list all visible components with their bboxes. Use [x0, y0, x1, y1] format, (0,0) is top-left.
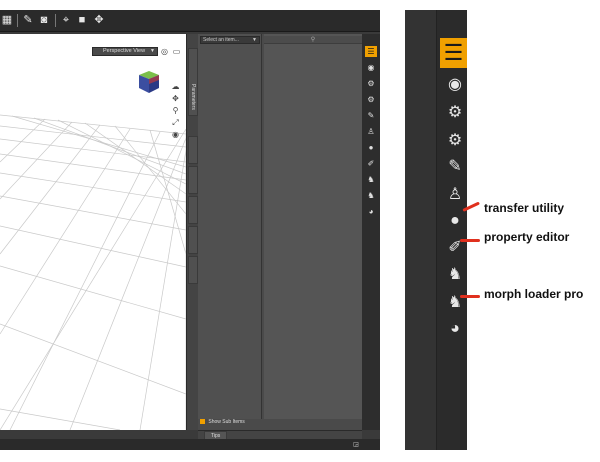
viewport-options-icon[interactable]: ◎ [160, 47, 169, 56]
search-icon[interactable]: ⚲ [264, 36, 362, 44]
property-editor-icon[interactable]: ✐ [365, 158, 377, 169]
show-sub-items-label: Show Sub Items [208, 419, 245, 425]
render-settings-icon[interactable]: ▦ [0, 13, 14, 27]
scene-settings-icon[interactable]: ⚙ [443, 102, 467, 124]
main-toolbar: ▦ ✎ ◙ ⌖ ■ ✥ [0, 10, 380, 32]
property-group-list[interactable]: Select an item... ▼ [198, 34, 262, 419]
parameters-pane: Select an item... ▼ ⚲ Show Sub Items [198, 34, 362, 430]
figure-edit-icon[interactable]: ♙ [365, 126, 377, 137]
resize-icon[interactable]: ◲ [352, 441, 360, 449]
pane-tab[interactable] [188, 166, 198, 194]
transform-icon[interactable]: ✥ [92, 13, 106, 27]
frame-icon[interactable]: ⤢ [171, 118, 180, 127]
viewport-camera-icon[interactable]: ■ [75, 13, 89, 27]
item-select-dropdown[interactable]: Select an item... ▼ [200, 36, 260, 44]
render-icon[interactable]: ✎ [21, 13, 35, 27]
viewport-menu-icon[interactable]: ▭ [172, 47, 181, 56]
scene-settings-icon[interactable]: ⚙ [365, 78, 377, 89]
view-cube[interactable] [138, 70, 160, 94]
3d-viewport[interactable]: Perspective View ▼ ◎ ▭ ☁ ✥ ⚲ ⤢ ◉ [0, 34, 186, 430]
gear-settings-icon[interactable]: ⚙ [365, 94, 377, 105]
callout-property-editor: property editor [484, 230, 570, 244]
status-bar: ◲ [0, 439, 380, 450]
target-icon[interactable]: ◉ [365, 62, 377, 73]
callout-transfer-utility: transfer utility [484, 201, 565, 215]
pane-tab[interactable] [188, 196, 198, 224]
toolbar-divider [55, 14, 56, 27]
main-window: ▦ ✎ ◙ ⌖ ■ ✥ Perspective View ▼ ◎ ▭ ☁ ✥ ⚲… [0, 10, 380, 450]
edit-icon[interactable]: ✎ [365, 110, 377, 121]
view-select-dropdown[interactable]: Perspective View ▼ [92, 47, 158, 56]
tips-panel-tab[interactable]: Tips [198, 430, 362, 441]
callout-morph-loader-pro: morph loader pro [484, 287, 584, 301]
reset-view-icon[interactable]: ◉ [171, 130, 180, 139]
gear-settings-icon[interactable]: ⚙ [443, 130, 467, 152]
callout-arrow [460, 295, 480, 298]
property-list[interactable]: ⚲ [264, 34, 362, 419]
globe-icon[interactable]: ◕ [443, 318, 467, 340]
zoomed-sidebar: ☰ ◉ ⚙ ⚙ ✎ ♙ ● ✐ ♞ ♞ ◕ [405, 10, 467, 450]
transfer-utility-icon[interactable]: ● [443, 210, 467, 232]
morph-loader-pro-icon[interactable]: ♞ [365, 190, 377, 201]
globe-icon[interactable]: ◕ [365, 206, 377, 217]
pane-tab[interactable] [188, 256, 198, 284]
parameters-icon[interactable]: ☰ [440, 38, 467, 68]
pane-tab[interactable] [188, 136, 198, 164]
chevron-down-icon: ▼ [252, 37, 257, 43]
figure-edit-icon[interactable]: ♙ [443, 184, 467, 206]
chevron-down-icon: ▼ [150, 48, 155, 54]
parameters-icon[interactable]: ☰ [365, 46, 377, 57]
orbit-icon[interactable]: ☁ [171, 82, 180, 91]
pan-icon[interactable]: ✥ [171, 94, 180, 103]
checkbox-checked-icon [200, 419, 205, 425]
pane-tab[interactable] [188, 226, 198, 254]
toolbar-divider [17, 14, 18, 27]
pane-tab-strip: Parameters [186, 34, 198, 430]
edit-icon[interactable]: ✎ [443, 156, 467, 178]
target-icon[interactable]: ◉ [443, 74, 467, 96]
spot-render-icon[interactable]: ⌖ [59, 13, 73, 27]
camera-icon[interactable]: ◙ [37, 13, 51, 27]
tab-parameters-label: Parameters [190, 84, 196, 110]
zoom-icon[interactable]: ⚲ [171, 106, 180, 115]
callout-arrow [460, 239, 480, 242]
zoomed-tab-strip [405, 10, 437, 450]
item-select-label: Select an item... [203, 37, 239, 43]
morph-loader-icon[interactable]: ♞ [365, 174, 377, 185]
view-select-label: Perspective View [103, 48, 146, 54]
show-sub-items-checkbox[interactable]: Show Sub Items [200, 418, 245, 426]
morph-loader-icon[interactable]: ♞ [443, 264, 467, 286]
pane-sidebar: ☰ ◉ ⚙ ⚙ ✎ ♙ ● ✐ ♞ ♞ ◕ [362, 34, 380, 430]
transfer-utility-icon[interactable]: ● [365, 142, 377, 153]
